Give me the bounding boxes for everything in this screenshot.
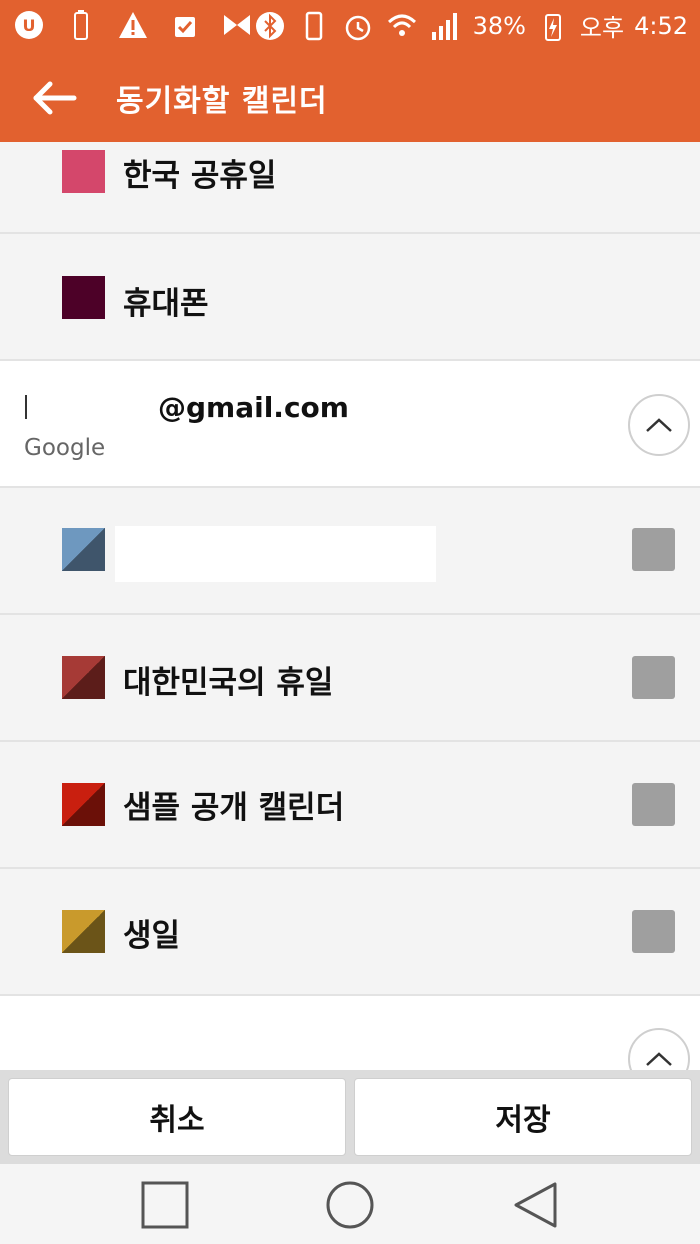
system-icons: 38% 오후 4:52 [253, 8, 688, 43]
calendar-color-swatch [62, 150, 105, 193]
calendar-color-swatch [62, 783, 105, 826]
account-email: @gmail.com [158, 391, 349, 424]
calendar-list: 한국 공휴일 휴대폰 @gmail.com Google 대한민국의 휴일 샘플… [0, 142, 700, 1090]
battery-percent: 38% [472, 11, 526, 40]
save-button[interactable]: 저장 [354, 1078, 692, 1156]
calendar-row[interactable] [0, 488, 700, 615]
triangle-back-icon [514, 1182, 557, 1228]
warning-icon [116, 8, 150, 42]
clock: 4:52 [634, 11, 688, 40]
page-title: 동기화할 캘린더 [116, 84, 328, 119]
sync-checkbox[interactable] [632, 528, 675, 571]
battery-bluetooth-icon [64, 8, 98, 42]
calendar-row[interactable]: 샘플 공개 캘린더 [0, 742, 700, 869]
app-bar: 동기화할 캘린더 [0, 52, 700, 142]
calendar-color-swatch [62, 276, 105, 319]
back-nav-button[interactable] [510, 1180, 560, 1230]
calendar-label: 휴대폰 [123, 286, 209, 322]
chevron-up-icon [646, 418, 672, 432]
calendar-label: 대한민국의 휴일 [123, 665, 334, 701]
calendar-color-swatch [62, 910, 105, 953]
account-header[interactable]: @gmail.com Google [0, 361, 700, 488]
sync-checkbox[interactable] [632, 783, 675, 826]
sync-checkbox[interactable] [632, 656, 675, 699]
status-bar: U 38% 오후 4:52 [0, 0, 700, 52]
square-icon [141, 1181, 189, 1229]
bluetooth-icon [253, 9, 287, 43]
calendar-color-swatch [62, 656, 105, 699]
navigation-bar [0, 1164, 700, 1244]
account-provider: Google [24, 435, 106, 461]
text-cursor [25, 395, 27, 419]
calendar-row[interactable]: 생일 [0, 869, 700, 996]
notification-icons: U [12, 8, 254, 42]
action-bar: 취소 저장 [0, 1070, 700, 1164]
recent-apps-button[interactable] [140, 1180, 190, 1230]
calendar-row[interactable]: 대한민국의 휴일 [0, 615, 700, 742]
alarm-icon [341, 9, 375, 43]
bow-icon [220, 8, 254, 42]
cancel-button[interactable]: 취소 [8, 1078, 346, 1156]
signal-icon [429, 9, 463, 43]
calendar-label: 한국 공휴일 [123, 158, 277, 194]
chevron-up-icon [646, 1052, 672, 1066]
vibrate-icon [297, 9, 331, 43]
home-button[interactable] [325, 1180, 375, 1230]
arrow-left-icon [33, 81, 77, 115]
collapse-button[interactable] [628, 394, 690, 456]
calendar-row: 한국 공휴일 [0, 142, 700, 234]
calendar-row: 휴대폰 [0, 234, 700, 361]
svg-text:U: U [23, 16, 36, 35]
redacted-calendar-name [115, 526, 436, 582]
wifi-icon [385, 9, 419, 43]
circle-icon [326, 1181, 374, 1229]
time-period: 오후 [579, 14, 625, 42]
calendar-label: 생일 [123, 918, 181, 954]
sync-checkbox[interactable] [632, 910, 675, 953]
uplus-icon: U [12, 8, 46, 42]
calendar-color-swatch [62, 528, 105, 571]
calendar-label: 샘플 공개 캘린더 [123, 790, 345, 826]
clipboard-icon [168, 8, 202, 42]
battery-charging-icon [536, 9, 570, 43]
back-button[interactable] [30, 74, 78, 122]
